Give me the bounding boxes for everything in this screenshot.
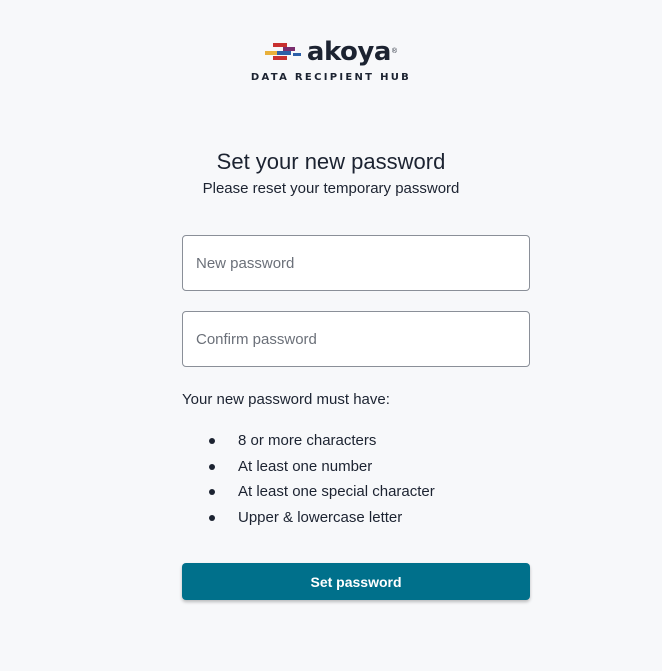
bullet-icon [209, 438, 215, 444]
password-rule-item: 8 or more characters [182, 430, 435, 456]
brand-tagline: DATA RECIPIENT HUB [250, 72, 412, 83]
password-rules-list: 8 or more characters At least one number… [182, 430, 435, 532]
password-rule-text: At least one special character [238, 483, 435, 500]
bullet-icon [209, 514, 215, 521]
page-subtitle: Please reset your temporary password [202, 180, 460, 197]
akoya-logo-mark-icon [264, 43, 301, 60]
password-rule-item: At least one special character [182, 481, 435, 507]
password-rule-item: Upper & lowercase letter [182, 507, 435, 533]
password-rules-label: Your new password must have: [182, 391, 390, 408]
password-rule-text: Upper & lowercase letter [238, 508, 403, 526]
brand-logo: akoya ® DATA RECIPIENT HUB [0, 36, 662, 83]
password-rule-text: 8 or more characters [238, 432, 377, 449]
bullet-icon [209, 463, 215, 470]
set-password-button[interactable]: Set password [182, 563, 530, 600]
password-rule-item: At least one number [182, 456, 435, 482]
brand-name: akoya [306, 37, 392, 67]
password-rule-text: At least one number [238, 457, 373, 475]
registered-mark: ® [391, 48, 398, 55]
new-password-input[interactable] [182, 235, 530, 291]
confirm-password-input[interactable] [182, 311, 530, 367]
logo-row: akoya ® [264, 36, 398, 68]
page-title: Set your new password [216, 149, 446, 174]
bullet-icon [209, 489, 215, 495]
